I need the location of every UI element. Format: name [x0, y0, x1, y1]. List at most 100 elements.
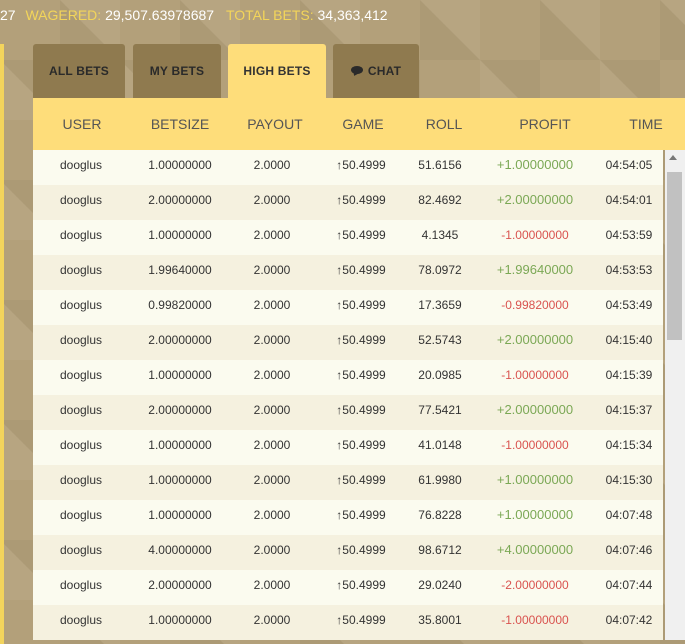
cell-time: 04:07:46	[605, 543, 653, 557]
column-header-betsize: BETSIZE	[150, 116, 210, 132]
column-header-user: USER	[62, 116, 102, 132]
cell-game: ↑50.4999	[336, 158, 386, 172]
table-header: USER BETSIZE PAYOUT GAME ROLL PROFIT TIM…	[33, 98, 685, 150]
cell-betsize: 2.00000000	[148, 333, 212, 347]
cell-profit: +1.00000000	[496, 472, 574, 487]
cell-profit: -0.99820000	[501, 298, 569, 312]
cell-game: ↑50.4999	[336, 228, 386, 242]
cell-game: ↑50.4999	[336, 263, 386, 277]
tab-chat[interactable]: CHAT	[333, 44, 419, 98]
scrollbar-thumb[interactable]	[667, 172, 682, 340]
table-row: dooglus 1.00000000 2.0000 ↑50.4999 76.8228 +1…	[33, 500, 663, 535]
cell-profit: -2.00000000	[501, 578, 569, 592]
cell-roll: 51.6156	[418, 158, 462, 172]
cell-betsize: 1.00000000	[148, 473, 212, 487]
side-panel-edge	[0, 44, 4, 644]
tab-high-bets-label: HIGH BETS	[243, 64, 311, 78]
cell-time: 04:54:01	[605, 193, 653, 207]
cell-profit: -1.00000000	[501, 368, 569, 382]
cell-game: ↑50.4999	[336, 193, 386, 207]
column-header-time: TIME	[629, 116, 663, 132]
cell-user: dooglus	[59, 333, 103, 347]
tab-chat-label: CHAT	[367, 64, 402, 78]
cell-time: 04:15:30	[605, 473, 653, 487]
cell-profit: +2.00000000	[496, 332, 574, 347]
cell-roll: 76.8228	[418, 508, 462, 522]
cell-game: ↑50.4999	[336, 473, 386, 487]
cell-time: 04:07:44	[605, 578, 653, 592]
scroll-up-arrow-icon[interactable]	[669, 155, 677, 160]
cell-roll: 35.8001	[418, 613, 462, 627]
cell-roll: 98.6712	[418, 543, 462, 557]
cell-game: ↑50.4999	[336, 543, 386, 557]
cell-payout: 2.0000	[253, 473, 291, 487]
tab-my-bets-label: MY BETS	[149, 64, 205, 78]
stat-prefix: 27	[0, 7, 16, 23]
cell-profit: +1.00000000	[496, 157, 574, 172]
cell-payout: 2.0000	[253, 193, 291, 207]
table-row: dooglus 1.00000000 2.0000 ↑50.4999 20.0985 -1…	[33, 360, 663, 395]
cell-time: 04:07:48	[605, 508, 653, 522]
cell-time: 04:54:05	[605, 158, 653, 172]
cell-betsize: 1.00000000	[148, 613, 212, 627]
cell-game: ↑50.4999	[336, 403, 386, 417]
tab-all-bets[interactable]: ALL BETS	[33, 44, 125, 98]
cell-betsize: 4.00000000	[148, 543, 212, 557]
cell-roll: 82.4692	[418, 193, 462, 207]
table-row: dooglus 1.00000000 2.0000 ↑50.4999 51.6156 +1…	[33, 150, 663, 185]
cell-user: dooglus	[59, 578, 103, 592]
cell-time: 04:53:59	[605, 228, 653, 242]
cell-time: 04:53:53	[605, 263, 653, 277]
bets-table-body: dooglus 1.00000000 2.0000 ↑50.4999 51.6156 +1…	[33, 150, 663, 640]
cell-roll: 4.1345	[421, 228, 459, 242]
table-row: dooglus 1.00000000 2.0000 ↑50.4999 41.0148 -1…	[33, 430, 663, 465]
cell-betsize: 0.99820000	[148, 298, 212, 312]
cell-game: ↑50.4999	[336, 613, 386, 627]
tab-my-bets[interactable]: MY BETS	[133, 44, 221, 98]
cell-roll: 29.0240	[418, 578, 462, 592]
table-row: dooglus 2.00000000 2.0000 ↑50.4999 29.0240 -2…	[33, 570, 663, 605]
table-scrollbar[interactable]	[665, 150, 685, 640]
cell-user: dooglus	[59, 298, 103, 312]
column-header-game: GAME	[342, 116, 384, 132]
cell-profit: +4.00000000	[496, 542, 574, 557]
column-header-profit: PROFIT	[519, 116, 571, 132]
cell-roll: 61.9980	[418, 473, 462, 487]
cell-time: 04:15:39	[605, 368, 653, 382]
cell-user: dooglus	[59, 228, 103, 242]
cell-user: dooglus	[59, 438, 103, 452]
table-row: dooglus 2.00000000 2.0000 ↑50.4999 77.5421 +2…	[33, 395, 663, 430]
high-bets-panel: USER BETSIZE PAYOUT GAME ROLL PROFIT TIM…	[33, 98, 685, 640]
cell-time: 04:15:34	[605, 438, 653, 452]
cell-payout: 2.0000	[253, 403, 291, 417]
cell-profit: +1.99640000	[496, 262, 574, 277]
cell-game: ↑50.4999	[336, 438, 386, 452]
table-row: dooglus 1.00000000 2.0000 ↑50.4999 4.1345 -1.…	[33, 220, 663, 255]
cell-payout: 2.0000	[253, 543, 291, 557]
cell-time: 04:15:37	[605, 403, 653, 417]
cell-payout: 2.0000	[253, 508, 291, 522]
cell-betsize: 2.00000000	[148, 193, 212, 207]
cell-user: dooglus	[59, 508, 103, 522]
table-row: dooglus 1.00000000 2.0000 ↑50.4999 35.8001 -1…	[33, 605, 663, 640]
table-row: dooglus 4.00000000 2.0000 ↑50.4999 98.6712 +4…	[33, 535, 663, 570]
cell-game: ↑50.4999	[336, 368, 386, 382]
chat-bubble-icon	[350, 66, 364, 76]
tab-high-bets[interactable]: HIGH BETS	[228, 44, 326, 98]
cell-user: dooglus	[59, 263, 103, 277]
cell-roll: 41.0148	[418, 438, 462, 452]
table-row: dooglus 1.99640000 2.0000 ↑50.4999 78.0972 +1…	[33, 255, 663, 290]
cell-payout: 2.0000	[253, 333, 291, 347]
cell-betsize: 1.00000000	[148, 508, 212, 522]
cell-profit: +2.00000000	[496, 402, 574, 417]
cell-payout: 2.0000	[253, 228, 291, 242]
cell-user: dooglus	[59, 158, 103, 172]
cell-payout: 2.0000	[253, 368, 291, 382]
cell-payout: 2.0000	[253, 158, 291, 172]
cell-profit: -1.00000000	[501, 438, 569, 452]
cell-betsize: 1.99640000	[148, 263, 212, 277]
wagered-value: 29,507.63978687	[105, 7, 215, 23]
cell-betsize: 2.00000000	[148, 578, 212, 592]
cell-time: 04:53:49	[605, 298, 653, 312]
table-row: dooglus 2.00000000 2.0000 ↑50.4999 82.4692 +2…	[33, 185, 663, 220]
